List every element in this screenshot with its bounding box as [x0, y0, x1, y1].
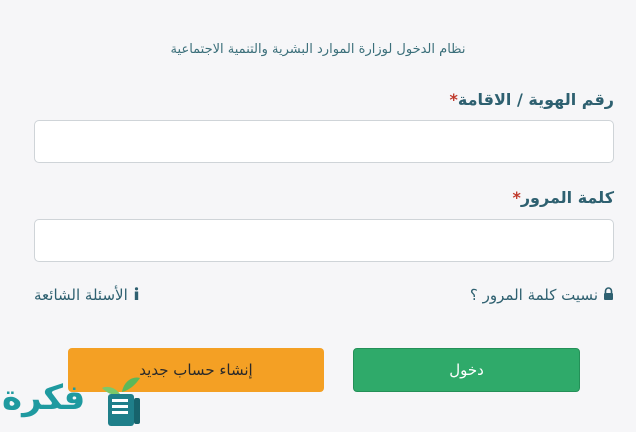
id-label: رقم الهوية / الاقامة* [450, 90, 614, 109]
system-subtitle: نظام الدخول لوزارة الموارد البشرية والتن… [170, 42, 466, 57]
watermark-logo: فكرة [0, 368, 160, 430]
info-icon [133, 286, 140, 304]
login-button[interactable]: دخول [353, 348, 580, 392]
watermark-text: فكرة [2, 378, 86, 418]
lock-icon [603, 286, 614, 304]
faq-link[interactable]: الأسئلة الشائعة [34, 286, 140, 304]
book-icon [100, 374, 150, 432]
password-label-text: كلمة المرور [520, 188, 614, 207]
forgot-password-text: نسيت كلمة المرور ؟ [469, 286, 598, 304]
id-number-input[interactable] [34, 120, 614, 163]
required-mark: * [512, 188, 521, 207]
id-label-text: رقم الهوية / الاقامة [457, 90, 614, 109]
faq-text: الأسئلة الشائعة [34, 286, 128, 304]
required-mark: * [449, 90, 458, 109]
password-input[interactable] [34, 219, 614, 262]
forgot-password-link[interactable]: نسيت كلمة المرور ؟ [470, 286, 614, 304]
password-label: كلمة المرور* [512, 188, 614, 207]
